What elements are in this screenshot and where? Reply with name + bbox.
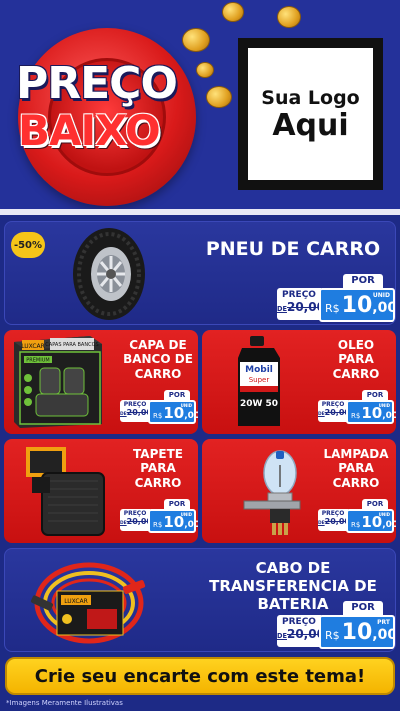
currency: R$ [153, 412, 163, 420]
price-decimal: ,00 [382, 411, 396, 421]
product-card-tapete[interactable]: TAPETE PARA CARRO POR PREÇO DE20,00 R$ 1… [4, 439, 198, 543]
logo-text-line1: Sua Logo [261, 86, 360, 109]
old-price: DE20,00 [120, 408, 152, 417]
old-price-box: PREÇO DE20,00 [318, 400, 350, 422]
coin-icon [206, 86, 232, 108]
headline-preco: PREÇO [16, 58, 178, 109]
coin-icon [182, 28, 210, 52]
product-title: LAMPADA PARA CARRO [323, 447, 389, 490]
new-price: R$ 10 ,00 UNID [319, 288, 395, 322]
preco-label: PREÇO [282, 617, 316, 627]
product-card-oleo[interactable]: Mobil Super 20W 50 OLEO PARA CARRO POR P… [202, 330, 396, 434]
logo-text-line2: Aqui [272, 107, 349, 143]
unit-label: UNID [372, 292, 390, 299]
old-price-box: PREÇO DE20,00 [277, 615, 325, 647]
currency: R$ [153, 521, 163, 529]
seat-cover-box-image: LUXCAR CAPAS PARA BANCOS PREMIUM [14, 336, 102, 428]
preco-label: PREÇO [321, 510, 345, 517]
price-decimal: ,00 [382, 520, 396, 530]
preco-label: PREÇO [282, 290, 316, 300]
header-banner: PREÇO BAIXO Sua Logo Aqui [0, 0, 400, 215]
new-price: R$ 10 ,00 PRT [319, 615, 395, 649]
old-price: DE20,00 [120, 517, 152, 526]
por-label: POR [362, 499, 388, 509]
old-price: DE20,00 [318, 517, 350, 526]
price-decimal: ,00 [372, 300, 396, 316]
new-price: R$ 10 ,00 UNID [346, 400, 396, 424]
product-card-cabo-bateria[interactable]: LUXCAR CABO DE TRANSFERENCIA DE BATERIA … [4, 548, 396, 652]
new-price: R$ 10 ,00 UNID [346, 509, 396, 533]
old-price-box: PREÇO DE20,00 [277, 288, 325, 320]
preco-label: PREÇO [123, 510, 147, 517]
product-title: PNEU DE CARRO [205, 238, 381, 260]
product-card-pneu[interactable]: -50% PNEU DE CARRO POR PREÇO DE20,00 R$ … [4, 221, 396, 325]
currency: R$ [351, 412, 361, 420]
por-label: POR [164, 390, 190, 400]
unit-label: UNID [180, 403, 192, 408]
coin-icon [277, 6, 301, 28]
currency: R$ [325, 302, 340, 315]
unit-label: UNID [378, 512, 390, 517]
currency: R$ [325, 629, 340, 642]
old-price: DE20,00 [277, 627, 325, 641]
oil-bottle-image: Mobil Super 20W 50 [238, 336, 280, 426]
cta-banner[interactable]: Crie seu encarte com este tema! [5, 657, 395, 695]
old-price-box: PREÇO DE20,00 [120, 509, 152, 531]
svg-text:Super: Super [249, 376, 270, 384]
product-title: TAPETE PARA CARRO [133, 447, 183, 490]
product-card-lampada[interactable]: LAMPADA PARA CARRO POR PREÇO DE20,00 R$ … [202, 439, 396, 543]
por-label: POR [362, 390, 388, 400]
svg-text:LUXCAR: LUXCAR [64, 598, 88, 605]
disclaimer-text: *Imagens Meramente Ilustrativas [6, 699, 123, 707]
old-price: DE20,00 [277, 300, 325, 314]
preco-label: PREÇO [123, 401, 147, 408]
price-integer: 10 [341, 620, 373, 645]
coin-icon [222, 2, 244, 22]
svg-text:20W 50: 20W 50 [240, 399, 278, 409]
new-price: R$ 10 ,00 UNID [148, 400, 198, 424]
old-price-box: PREÇO DE20,00 [318, 509, 350, 531]
price-decimal: ,00 [184, 520, 198, 530]
floor-mat-image [26, 447, 105, 536]
tire-image [73, 228, 145, 320]
product-title: OLEO PARA CARRO [332, 338, 380, 381]
discount-badge: -50% [11, 232, 45, 258]
por-label: POR [343, 601, 383, 615]
svg-text:LUXCAR: LUXCAR [21, 343, 45, 350]
price-decimal: ,00 [184, 411, 198, 421]
svg-text:Mobil: Mobil [245, 365, 273, 375]
svg-text:CAPAS PARA BANCOS: CAPAS PARA BANCOS [45, 342, 98, 348]
currency: R$ [351, 521, 361, 529]
por-label: POR [343, 274, 383, 288]
coin-icon [196, 62, 214, 78]
logo-placeholder[interactable]: Sua Logo Aqui [238, 38, 383, 190]
old-price: DE20,00 [318, 408, 350, 417]
price-decimal: ,00 [372, 627, 396, 643]
por-label: POR [164, 499, 190, 509]
unit-label: PRT [377, 619, 390, 626]
new-price: R$ 10 ,00 UNID [148, 509, 198, 533]
unit-label: UNID [180, 512, 192, 517]
jumper-cable-image: LUXCAR [30, 562, 146, 644]
product-card-capa-banco[interactable]: LUXCAR CAPAS PARA BANCOS PREMIUM CAPA DE… [4, 330, 198, 434]
headlight-bulb-image [243, 450, 301, 535]
svg-text:PREMIUM: PREMIUM [26, 358, 49, 364]
product-title: CAPA DE BANCO DE CARRO [123, 338, 193, 381]
headline-baixo: BAIXO [18, 106, 161, 155]
old-price-box: PREÇO DE20,00 [120, 400, 152, 422]
preco-label: PREÇO [321, 401, 345, 408]
unit-label: UNID [378, 403, 390, 408]
price-integer: 10 [341, 293, 373, 318]
cta-text: Crie seu encarte com este tema! [34, 665, 366, 687]
